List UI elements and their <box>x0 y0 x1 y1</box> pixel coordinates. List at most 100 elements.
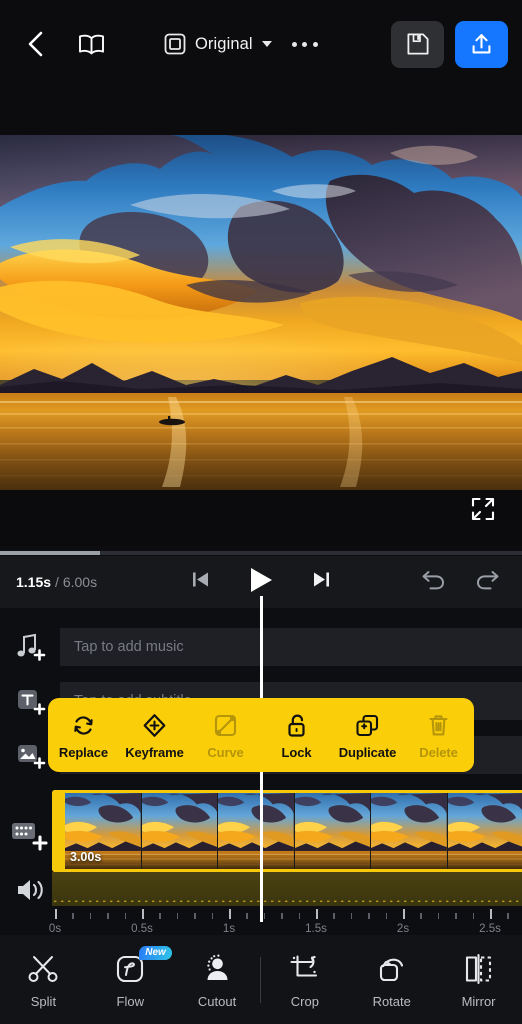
clip-thumbnail <box>141 793 218 869</box>
tool-rotate-label: Rotate <box>372 993 411 1009</box>
add-music-button[interactable] <box>0 632 60 662</box>
tool-rotate[interactable]: Rotate <box>348 951 435 1009</box>
ruler-tick-minor <box>211 913 214 919</box>
ruler-tick-minor <box>263 913 266 919</box>
back-button[interactable] <box>18 27 52 61</box>
tool-flow-label: Flow <box>116 993 144 1009</box>
add-subtitle-icon <box>18 690 46 715</box>
ruler-tick-major <box>403 909 405 919</box>
ruler-tick-minor <box>472 913 475 919</box>
playback-progress-fill <box>0 551 101 555</box>
tool-crop[interactable]: Crop <box>261 951 348 1009</box>
clip-thumbnail <box>371 793 448 869</box>
tool-cutout[interactable]: Cutout <box>174 951 261 1009</box>
tool-flow[interactable]: New Flow <box>87 945 174 1009</box>
current-time-label: 1.15s <box>16 574 52 590</box>
ruler-tick-minor <box>281 913 283 919</box>
upload-export-icon <box>472 33 491 53</box>
ctx-item-label: Curve <box>207 744 244 760</box>
ctx-item-keyframe[interactable]: Keyframe <box>119 711 190 760</box>
selected-video-clip[interactable]: 3.00s <box>52 790 522 872</box>
more-options-button[interactable] <box>291 41 318 47</box>
ruler-label: 0.5s <box>131 923 153 935</box>
mirror-icon <box>465 953 492 984</box>
add-overlay-icon <box>18 745 46 769</box>
ruler-tick-minor <box>455 913 457 919</box>
bottom-toolbar: Split New Flow Cutout Crop Rotate Mirror <box>0 935 522 1024</box>
ruler-tick-minor <box>72 913 74 919</box>
ctx-item-label: Delete <box>419 744 458 760</box>
tool-split-label: Split <box>30 993 57 1009</box>
prev-frame-button[interactable] <box>191 570 210 594</box>
save-button[interactable] <box>391 20 444 68</box>
redo-button[interactable] <box>475 569 500 596</box>
scissors-icon <box>28 955 58 982</box>
video-preview-area[interactable] <box>0 135 522 546</box>
ctx-item-replace[interactable]: Replace <box>48 711 119 760</box>
export-button[interactable] <box>455 20 508 68</box>
clip-audio-waveform[interactable] <box>52 872 522 906</box>
ruler-tick-minor <box>333 913 335 919</box>
add-clip-button[interactable] <box>0 814 60 854</box>
ruler-label: 2s <box>396 923 410 935</box>
play-button[interactable] <box>248 566 274 599</box>
total-time-label: / 6.00s <box>55 574 98 590</box>
clip-volume-button[interactable] <box>14 876 54 904</box>
transport-controls <box>191 566 331 599</box>
add-music-icon <box>17 633 46 661</box>
tool-split[interactable]: Split <box>0 951 87 1009</box>
fullscreen-button[interactable] <box>466 492 500 526</box>
playback-progress-bar[interactable] <box>0 551 522 555</box>
ruler-tick-minor <box>246 913 248 919</box>
ruler-label: 1s <box>222 923 236 935</box>
tool-cutout-label: Cutout <box>197 993 237 1009</box>
video-editor-screen: Original 1.15s / 6.00s Tap to add music … <box>0 0 522 1024</box>
duplicate-icon <box>354 711 381 741</box>
tool-mirror[interactable]: Mirror <box>435 951 522 1009</box>
ruler-label: 0s <box>48 923 62 935</box>
clip-thumbnails <box>65 793 522 869</box>
clip-thumbnail <box>447 793 522 869</box>
fullscreen-expand-icon <box>471 497 495 521</box>
undo-button[interactable] <box>421 569 446 596</box>
ruler-label: 1.5s <box>305 923 327 935</box>
floppy-save-icon <box>407 33 428 55</box>
waveform-dots <box>54 900 519 903</box>
ruler-tick-minor <box>507 913 509 919</box>
clip-thumbnail <box>218 793 295 869</box>
ruler-tick-minor <box>298 913 301 919</box>
ruler-tick-minor <box>420 913 422 919</box>
ctx-item-label: Replace <box>58 744 109 760</box>
tutorial-button[interactable] <box>74 27 108 61</box>
ruler-tick-major <box>229 909 231 919</box>
chevron-left-icon <box>28 31 43 57</box>
ruler-tick-minor <box>176 913 179 919</box>
ruler-tick-minor <box>194 913 196 919</box>
aspect-ratio-icon <box>164 33 186 55</box>
aspect-ratio-selector[interactable]: Original <box>164 33 272 55</box>
next-frame-button[interactable] <box>312 570 331 594</box>
ruler-tick-minor <box>385 913 388 919</box>
trash-icon <box>425 711 452 741</box>
replace-icon <box>70 711 97 741</box>
clip-thumbnail <box>294 793 371 869</box>
ruler-tick-minor <box>368 913 370 919</box>
flow-icon-wrap: New <box>113 945 172 987</box>
ruler-tick-major <box>490 909 492 919</box>
keyframe-icon <box>141 711 168 741</box>
skip-next-icon <box>314 572 329 587</box>
ctx-item-label: Keyframe <box>125 744 184 760</box>
ruler-tick-major <box>316 909 318 919</box>
unlock-icon <box>283 711 310 741</box>
new-badge: New <box>139 945 172 960</box>
top-header-bar: Original <box>0 0 522 135</box>
add-music-label[interactable]: Tap to add music <box>60 628 522 666</box>
ctx-item-lock[interactable]: Lock <box>261 711 332 760</box>
video-frame <box>0 135 522 490</box>
clip-duration-label: 3.00s <box>70 850 102 864</box>
crop-icon-wrap <box>288 951 321 987</box>
ctx-item-duplicate[interactable]: Duplicate <box>332 711 403 760</box>
speaker-volume-icon <box>18 880 43 900</box>
ruler-tick-minor <box>107 913 109 919</box>
chevron-down-icon <box>261 41 272 47</box>
